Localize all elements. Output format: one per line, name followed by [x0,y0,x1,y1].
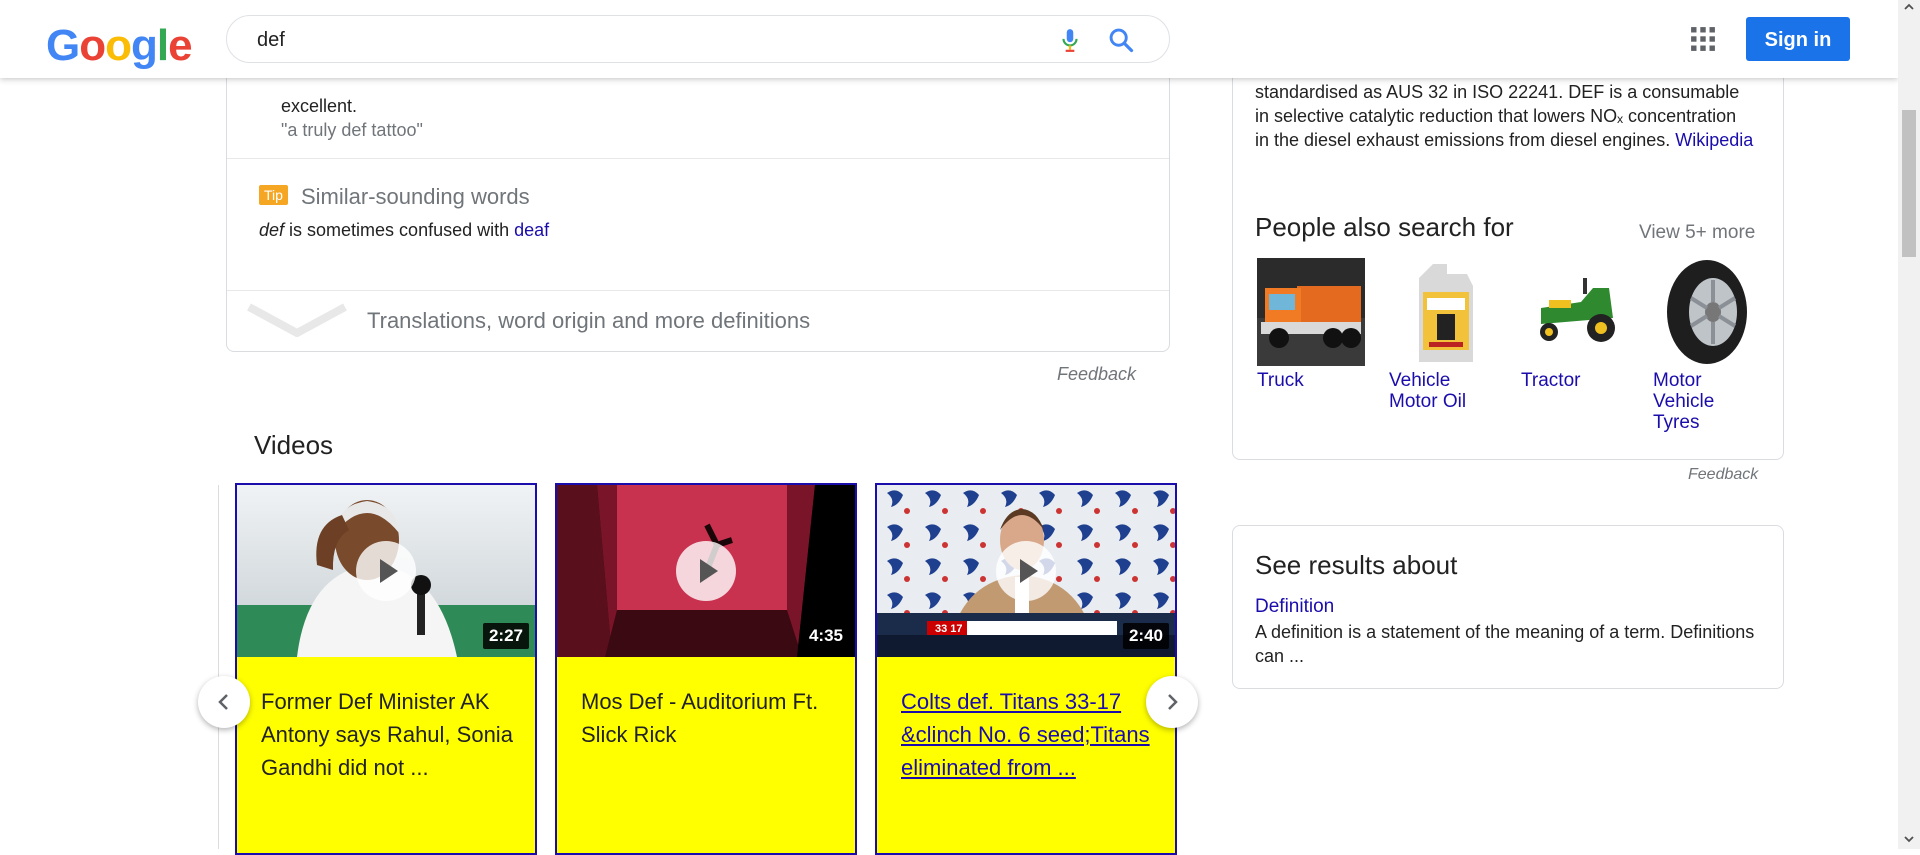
chevron-left-icon [218,694,228,710]
video-thumbnail: 33 17 2:40 [877,485,1175,657]
view-more-link[interactable]: View 5+ more [1639,222,1755,244]
sign-in-button[interactable]: Sign in [1746,17,1850,61]
tyre-image [1653,258,1761,366]
pas-label: Vehicle Motor Oil [1389,370,1467,412]
search-box [226,15,1170,63]
chevron-right-icon [1168,694,1178,710]
video-card[interactable]: 33 17 2:40 Colts def. Titans 33-17 &clin… [875,483,1177,855]
tractor-image [1521,258,1629,366]
truck-image [1257,258,1365,366]
deaf-link[interactable]: deaf [514,220,549,240]
carousel-next-button[interactable] [1146,676,1198,728]
definition-text: excellent. [281,96,358,116]
tip-badge: Tip [259,185,288,205]
logo-letter: e [168,21,193,70]
people-also-search-heading: People also search for [1255,212,1514,242]
scroll-up-arrow-icon[interactable] [1904,2,1914,12]
video-title[interactable]: Colts def. Titans 33-17 &clinch No. 6 se… [901,685,1161,784]
logo-letter: o [105,21,132,70]
video-duration: 2:40 [1122,623,1169,649]
page-scrollbar[interactable] [1898,0,1920,849]
wikipedia-link[interactable]: Wikipedia [1675,130,1753,150]
divider [227,290,1169,291]
video-card[interactable]: 2:27 Former Def Minister AK Antony says … [235,483,537,855]
play-icon[interactable] [356,541,416,601]
video-thumbnail: 2:27 [237,485,535,657]
apps-grid-icon[interactable] [1690,26,1716,52]
motor-oil-image [1389,258,1497,366]
search-icon[interactable] [1107,26,1135,54]
videos-heading: Videos [254,430,334,460]
microphone-icon[interactable] [1057,26,1083,54]
people-also-search-item[interactable]: Vehicle Motor Oil [1389,258,1501,412]
logo-letter: G [46,21,80,70]
pas-label: Motor Vehicle Tyres [1653,370,1715,433]
play-icon[interactable] [996,541,1056,601]
video-card[interactable]: 4:35 Mos Def - Auditorium Ft. Slick Rick [555,483,857,855]
definition-example: "a truly def tattoo" [281,120,423,140]
pas-label: Truck [1257,370,1304,391]
similar-word: def [259,220,285,240]
more-definitions-toggle[interactable]: Translations, word origin and more defin… [367,308,810,334]
chevron-down-icon[interactable] [247,303,347,337]
description-text: standardised as AUS 32 in ISO 22241. DEF… [1255,82,1740,150]
video-title[interactable]: Former Def Minister AK Antony says Rahul… [261,685,521,784]
thumbnail-score-text: 33 17 [935,623,963,635]
people-also-search-item[interactable]: Tractor [1521,258,1633,391]
see-results-about-card: See results about Definition A definitio… [1232,525,1784,689]
video-thumbnail: 4:35 [557,485,855,657]
definition-snippet: A definition is a statement of the meani… [1255,622,1755,666]
dictionary-card: excellent. "a truly def tattoo" Tip Simi… [226,40,1170,352]
definition-link[interactable]: Definition [1255,596,1334,618]
top-header: Google Sign in [0,0,1898,78]
video-duration: 2:27 [482,623,529,649]
play-icon[interactable] [676,541,736,601]
video-title[interactable]: Mos Def - Auditorium Ft. Slick Rick [581,685,841,751]
see-results-heading: See results about [1255,550,1458,580]
people-also-search-item[interactable]: Motor Vehicle Tyres [1653,258,1765,433]
divider [227,158,1169,159]
feedback-link[interactable]: Feedback [1688,466,1758,484]
similar-words-text: def is sometimes confused with deaf [259,220,549,241]
logo-letter: g [131,21,158,70]
scroll-down-arrow-icon[interactable] [1904,834,1914,844]
google-logo[interactable]: Google [46,21,193,70]
knowledge-panel: standardised as AUS 32 in ISO 22241. DEF… [1232,40,1784,460]
feedback-link[interactable]: Feedback [1057,364,1136,385]
similar-middle-text: is sometimes confused with [284,220,515,240]
pas-label: Tractor [1521,370,1581,391]
carousel-prev-button[interactable] [198,676,250,728]
logo-letter: o [79,21,106,70]
search-input[interactable] [255,27,1039,53]
similar-words-heading: Similar-sounding words [301,184,530,209]
scrollbar-thumb[interactable] [1902,110,1916,257]
knowledge-panel-description: standardised as AUS 32 in ISO 22241. DEF… [1255,80,1755,152]
video-carousel-rail [218,485,219,849]
people-also-search-item[interactable]: Truck [1257,258,1369,391]
logo-letter: l [156,21,169,70]
video-duration: 4:35 [802,623,849,649]
